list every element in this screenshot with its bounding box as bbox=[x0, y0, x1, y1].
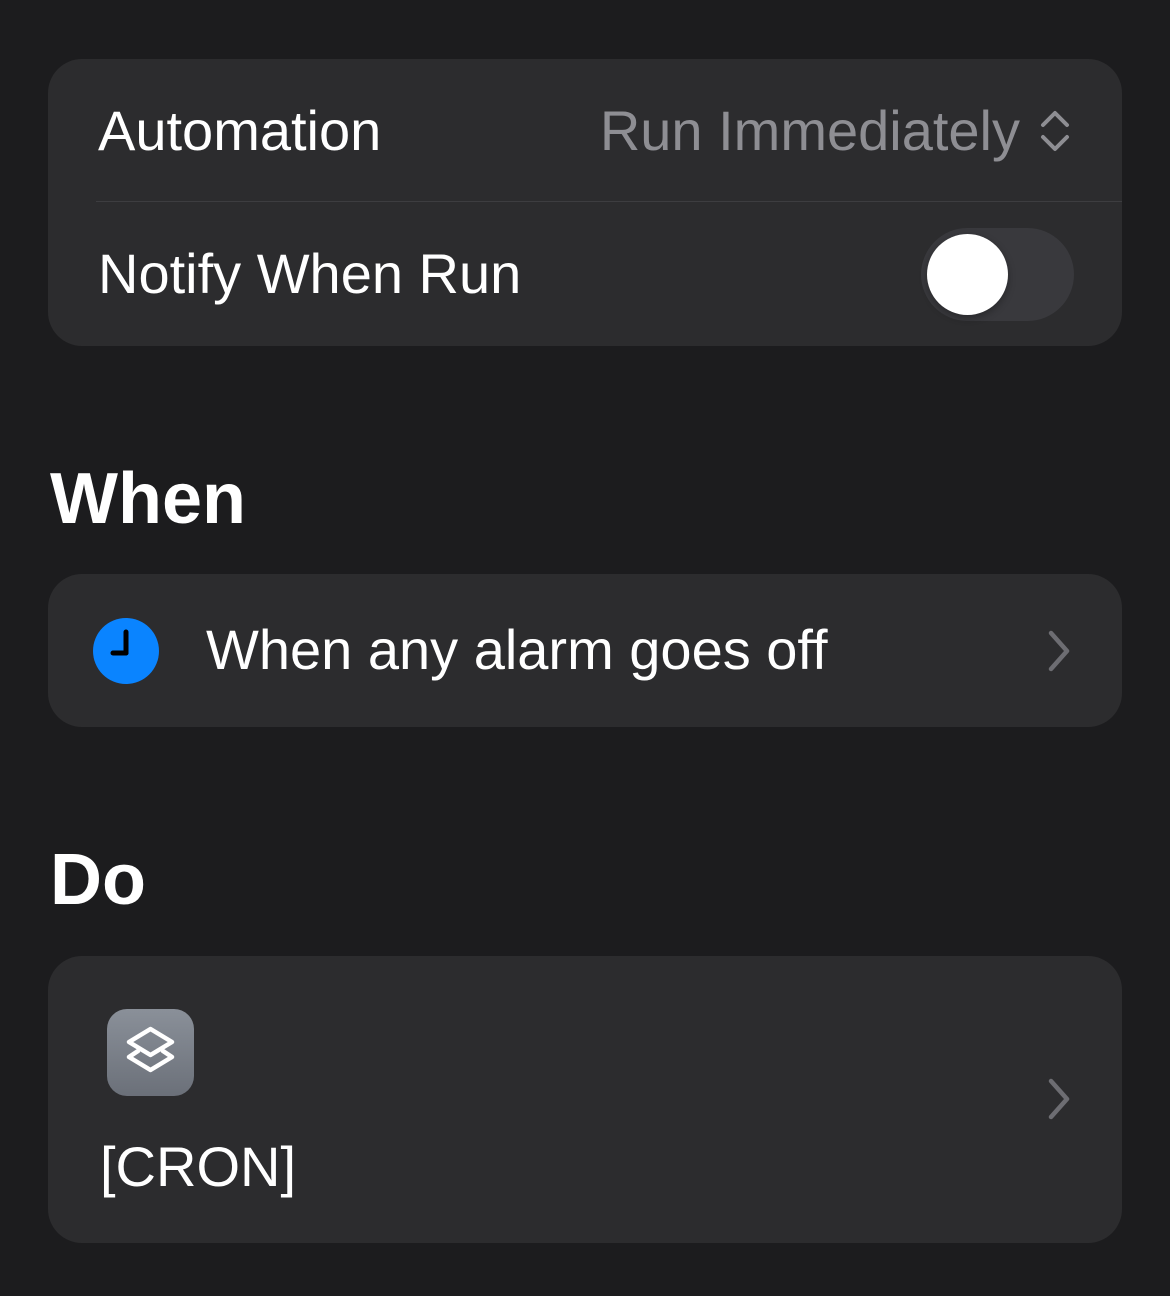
automation-label: Automation bbox=[98, 98, 382, 162]
chevron-right-icon bbox=[1048, 1078, 1070, 1120]
when-trigger-text: When any alarm goes off bbox=[206, 618, 828, 681]
automation-picker-value: Run Immediately bbox=[599, 98, 1020, 162]
shortcut-name: [CRON] bbox=[100, 1135, 296, 1198]
chevron-up-down-icon bbox=[1041, 110, 1069, 151]
shortcuts-icon bbox=[107, 1009, 194, 1096]
automation-row[interactable]: Automation Run Immediately bbox=[48, 59, 1122, 202]
toggle-knob bbox=[927, 233, 1008, 315]
notify-label: Notify When Run bbox=[98, 242, 522, 305]
automation-detail-screen: Automation Run Immediately Notify When R… bbox=[0, 0, 1170, 1296]
notify-toggle[interactable] bbox=[921, 227, 1074, 321]
do-section-title: Do bbox=[50, 840, 146, 920]
notify-row: Notify When Run bbox=[48, 202, 1122, 346]
when-section-title: When bbox=[50, 459, 246, 539]
chevron-right-icon bbox=[1048, 630, 1070, 672]
automation-settings-card: Automation Run Immediately Notify When R… bbox=[48, 59, 1122, 346]
do-shortcut-row[interactable]: [CRON] bbox=[48, 956, 1122, 1243]
automation-picker[interactable]: Run Immediately bbox=[599, 98, 1072, 162]
clock-icon bbox=[93, 618, 159, 684]
when-trigger-row[interactable]: When any alarm goes off bbox=[48, 574, 1122, 727]
